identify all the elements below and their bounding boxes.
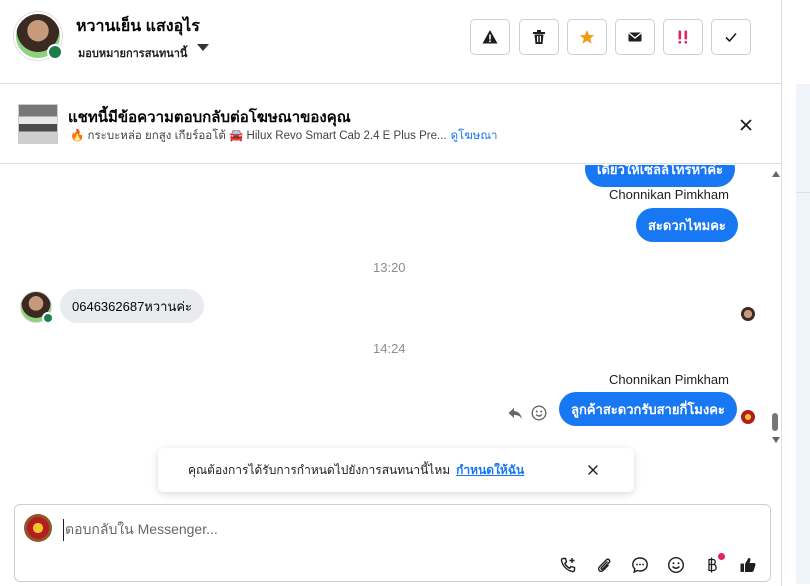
emoji-reaction-icon[interactable] (531, 405, 547, 421)
conversation-panel: หวานเย็น แสงอุไร มอบหมายการสนทนานี้ แชทน… (0, 0, 782, 586)
sender-name: Chonnikan Pimkham (609, 187, 729, 202)
reply-input[interactable]: ตอบกลับใน Messenger... (63, 519, 218, 541)
mark-done-button[interactable] (711, 19, 751, 55)
incoming-message[interactable]: 0646362687หวานค่ะ (60, 289, 205, 323)
ad-reply-banner: แชทนี้มีข้อความตอบกลับต่อโฆษณาของคุณ 🔥 ก… (0, 84, 781, 164)
online-badge (42, 312, 54, 324)
page-avatar (24, 514, 52, 542)
emoji-button[interactable] (666, 555, 686, 575)
divider (796, 192, 810, 193)
follow-up-button[interactable] (663, 19, 703, 55)
mail-button[interactable] (615, 19, 655, 55)
assign-notice-text: คุณต้องการได้รับการกำหนดไปยังการสนทนานี้… (188, 461, 524, 480)
emoji-icon (667, 556, 685, 574)
messenger-inbox: หวานเย็น แสงอุไร มอบหมายการสนทนานี้ แชทน… (0, 0, 810, 586)
like-button[interactable] (738, 555, 758, 575)
ad-description-text: 🔥 กระบะหล่อ ยกสูง เกียร์ออโต้ 🚘 Hilux Re… (70, 130, 447, 142)
side-panel-background (796, 84, 810, 584)
attach-button[interactable] (594, 555, 614, 575)
outgoing-message[interactable]: เดี๋ยวให้เซลล์โทรหาค่ะ (585, 165, 736, 187)
contact-avatar[interactable] (14, 12, 63, 60)
message-thread: เดี๋ยวให้เซลล์โทรหาค่ะ Chonnikan Pimkham… (0, 165, 781, 450)
scroll-thumb[interactable] (772, 413, 778, 431)
conversation-header: หวานเย็น แสงอุไร มอบหมายการสนทนานี้ (0, 0, 781, 84)
notification-dot (718, 553, 725, 560)
online-badge (47, 44, 63, 60)
exclamation-icon (678, 30, 688, 44)
reply-icon[interactable] (507, 405, 523, 421)
seen-avatar (741, 307, 755, 321)
close-icon[interactable] (586, 463, 600, 477)
scrollbar[interactable] (768, 165, 781, 450)
thumbs-up-icon (740, 557, 756, 572)
ad-thumbnail[interactable] (18, 104, 58, 144)
assign-conversation-label[interactable]: มอบหมายการสนทนานี้ (78, 44, 187, 62)
check-icon (725, 32, 737, 43)
timestamp: 14:24 (373, 341, 406, 356)
saved-replies-button[interactable] (630, 555, 650, 575)
paperclip-icon (597, 558, 611, 573)
outgoing-message[interactable]: ลูกค้าสะดวกรับสายกี่โมงคะ (559, 392, 737, 426)
chevron-down-icon[interactable] (197, 44, 209, 51)
side-panel-edge (782, 0, 810, 586)
spam-button[interactable] (470, 19, 510, 55)
payment-button[interactable] (702, 553, 725, 575)
reply-composer: ตอบกลับใน Messenger... (14, 504, 771, 582)
assign-notice-message: คุณต้องการได้รับการกำหนดไปยังการสนทนานี้… (188, 463, 451, 477)
contact-name[interactable]: หวานเย็น แสงอุไร (76, 14, 200, 39)
assign-notice: คุณต้องการได้รับการกำหนดไปยังการสนทนานี้… (158, 448, 634, 492)
star-icon (579, 30, 595, 44)
warning-icon (482, 30, 498, 44)
envelope-icon (628, 32, 642, 42)
assign-to-me-link[interactable]: กำหนดให้ฉัน (456, 463, 524, 477)
sender-name: Chonnikan Pimkham (609, 372, 729, 387)
seen-page-avatar (741, 410, 755, 424)
outgoing-message[interactable]: สะดวกไหมคะ (636, 208, 738, 242)
contact-avatar-small (20, 291, 54, 324)
scroll-down-arrow-icon[interactable] (772, 437, 780, 443)
ad-banner-title: แชทนี้มีข้อความตอบกลับต่อโฆษณาของคุณ (68, 109, 351, 126)
star-button[interactable] (567, 19, 607, 55)
close-icon[interactable] (738, 117, 754, 133)
call-button[interactable] (558, 555, 578, 575)
delete-button[interactable] (519, 19, 559, 55)
view-ad-link[interactable]: ดูโฆษณา (451, 130, 498, 142)
chat-bubble-icon (632, 557, 648, 574)
scroll-up-arrow-icon[interactable] (772, 171, 780, 177)
phone-plus-icon (560, 557, 576, 573)
ad-description: 🔥 กระบะหล่อ ยกสูง เกียร์ออโต้ 🚘 Hilux Re… (70, 127, 497, 145)
trash-icon (533, 30, 545, 44)
timestamp: 13:20 (373, 260, 406, 275)
